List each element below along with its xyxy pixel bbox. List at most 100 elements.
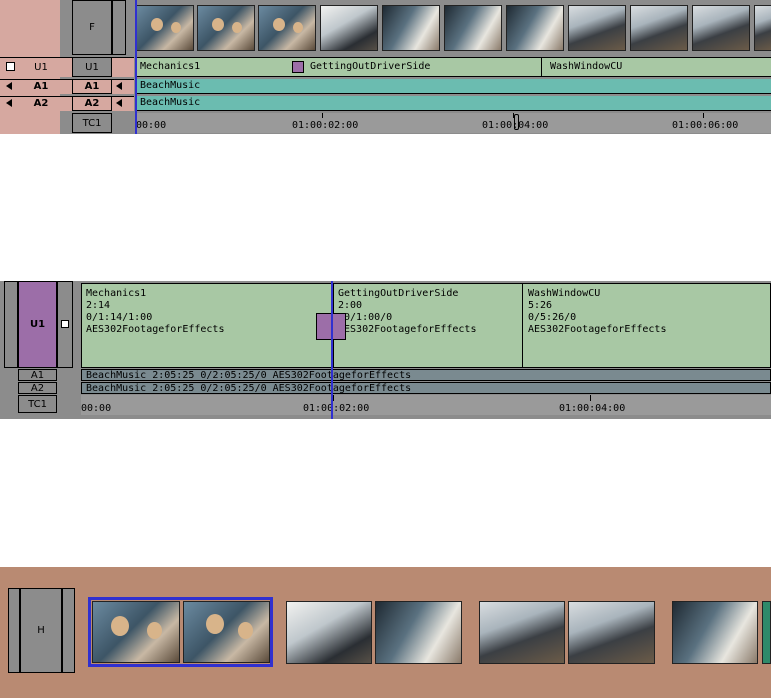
timeline-panel-top: F U1 U1 A1 A1 A2 A2 TC1 Mechanics1 Getti… — [0, 0, 771, 134]
frame-thumbnail[interactable] — [692, 5, 750, 51]
clip-beachmusic-a1[interactable]: BeachMusic — [136, 80, 336, 92]
monitor-icon[interactable] — [6, 62, 15, 71]
filmstrip-track — [136, 0, 771, 55]
tc1-label: TC1 — [28, 398, 47, 410]
clip-divider — [522, 284, 523, 367]
audio-track-a2: BeachMusic — [136, 96, 771, 111]
source-track-a1-label: A1 — [33, 81, 49, 92]
video-track-u1: Mechanics1 2:14 0/1:14/1:00 AES302Footag… — [81, 283, 771, 368]
position-indicator[interactable] — [331, 281, 333, 419]
clip-washwindowcu[interactable]: WashWindowCU — [546, 61, 746, 73]
frame-thumbnail[interactable] — [672, 601, 758, 664]
frame-thumbnail[interactable] — [286, 601, 372, 664]
clip-duration: 2:00 — [338, 300, 363, 311]
tc1-label: TC1 — [82, 117, 102, 129]
timecode-label: 01:00:06:00 — [672, 120, 739, 131]
track-a1-label: A1 — [30, 369, 45, 381]
frame-thumbnail[interactable] — [382, 5, 440, 51]
frame-thumbnail[interactable] — [258, 5, 316, 51]
timecode-label: 01:00:02:00 — [292, 120, 359, 131]
clip-name: Mechanics1 — [86, 288, 147, 299]
position-marker[interactable] — [514, 114, 519, 130]
track-u1-label: U1 — [29, 319, 46, 330]
frame-thumbnail[interactable] — [762, 601, 771, 664]
track-row-a1 — [0, 79, 134, 94]
clip-gettingoutdriverside[interactable]: GettingOutDriverSide — [306, 61, 546, 73]
record-track-u1-label: U1 — [85, 61, 99, 73]
frame-thumbnail[interactable] — [630, 5, 688, 51]
video-track-u1: Mechanics1 GettingOutDriverSide WashWind… — [136, 57, 771, 77]
track-f-header[interactable]: F — [72, 0, 112, 55]
frame-thumbnail[interactable] — [506, 5, 564, 51]
timeline-panel-expanded: U1 A1 A2 TC1 Mechanics1 2:14 0/1:14/1:00… — [0, 281, 771, 419]
source-track-a2[interactable]: A2 — [22, 96, 60, 111]
track-row-a2 — [0, 96, 134, 111]
frame-thumbnail[interactable] — [197, 5, 255, 51]
clip-duration: 5:26 — [528, 300, 553, 311]
clip-beachmusic-a2[interactable]: BeachMusic — [136, 97, 336, 109]
track-side — [8, 588, 20, 673]
track-row-u1 — [0, 57, 134, 77]
clip-timecode: 0/1:14/1:00 — [86, 312, 153, 323]
source-track-u1[interactable]: U1 — [22, 58, 60, 76]
speaker-icon[interactable] — [116, 82, 122, 90]
clip-bin: AES302FootageforEffects — [86, 324, 225, 335]
speaker-icon[interactable] — [116, 99, 122, 107]
audio-track-a2: BeachMusic 2:05:25 0/2:05:25/0 AES302Foo… — [81, 382, 771, 394]
clip-timecode: 00/1:00/0 — [338, 312, 393, 323]
track-side — [62, 588, 75, 673]
frame-thumbnail[interactable] — [136, 5, 194, 51]
frame-thumbnail[interactable] — [568, 5, 626, 51]
clip-beachmusic-a1[interactable]: BeachMusic 2:05:25 0/2:05:25/0 AES302Foo… — [82, 370, 762, 381]
clip-gettingoutdriverside[interactable]: GettingOutDriverSide 2:00 00/1:00/0 AES3… — [338, 288, 518, 336]
record-track-u1[interactable]: U1 — [72, 57, 112, 77]
clip-name: GettingOutDriverSide — [338, 288, 459, 299]
timecode-track[interactable]: 00:00 01:00:02:00 01:00:04:00 01:00:06:0… — [136, 113, 771, 133]
clip-duration: 2:14 — [86, 300, 111, 311]
clip-mechanics1[interactable]: Mechanics1 2:14 0/1:14/1:00 AES302Footag… — [86, 288, 326, 336]
audio-track-a1: BeachMusic 2:05:25 0/2:05:25/0 AES302Foo… — [81, 369, 771, 381]
timecode-label: 00:00 — [136, 120, 167, 131]
clip-bin: AES302FootageforEffects — [338, 324, 477, 335]
source-track-a2-label: A2 — [33, 98, 49, 109]
clip-name: WashWindowCU — [528, 288, 601, 299]
speaker-icon[interactable] — [6, 82, 12, 90]
frame-thumbnail[interactable] — [754, 5, 771, 51]
timecode-track[interactable]: 00:00 01:00:02:00 01:00:04:00 — [81, 395, 771, 415]
frame-thumbnail[interactable] — [479, 601, 565, 664]
source-track-a1[interactable]: A1 — [22, 79, 60, 94]
track-u1-header[interactable]: U1 — [18, 281, 57, 368]
clip-timecode: 0/5:26/0 — [528, 312, 577, 323]
position-indicator[interactable] — [135, 0, 137, 134]
clip-beachmusic-a2[interactable]: BeachMusic 2:05:25 0/2:05:25/0 AES302Foo… — [82, 383, 762, 394]
frame-thumbnail[interactable] — [444, 5, 502, 51]
clip-mechanics1[interactable]: Mechanics1 — [136, 61, 286, 73]
source-track-u1-label: U1 — [34, 61, 48, 73]
track-side — [4, 281, 18, 368]
audio-track-a1: BeachMusic — [136, 79, 771, 94]
timecode-label: 01:00:02:00 — [303, 403, 370, 414]
speaker-icon[interactable] — [6, 99, 12, 107]
track-a1-header[interactable]: A1 — [18, 369, 57, 381]
selected-clip-frames[interactable] — [88, 597, 273, 667]
tc1-header[interactable]: TC1 — [18, 395, 57, 413]
clip-bin: AES302FootageforEffects — [528, 324, 667, 335]
timecode-label: 01:00:04:00 — [559, 403, 626, 414]
frame-thumbnail[interactable] — [375, 601, 462, 664]
frame-thumbnail[interactable] — [92, 601, 180, 663]
tc1-header[interactable]: TC1 — [72, 113, 112, 133]
effect-icon[interactable] — [292, 61, 304, 73]
track-h-header[interactable]: H — [20, 588, 62, 673]
track-a2-label: A2 — [30, 382, 45, 394]
frame-thumbnail[interactable] — [183, 601, 270, 663]
record-track-a1[interactable]: A1 — [72, 79, 112, 94]
clip-washwindowcu[interactable]: WashWindowCU 5:26 0/5:26/0 AES302Footage… — [528, 288, 758, 336]
record-track-a2-label: A2 — [84, 98, 100, 109]
track-f-label: F — [89, 22, 95, 33]
record-track-a2[interactable]: A2 — [72, 96, 112, 111]
frame-thumbnail[interactable] — [320, 5, 378, 51]
monitor-icon[interactable] — [61, 320, 69, 328]
frame-thumbnail[interactable] — [568, 601, 655, 664]
track-a2-header[interactable]: A2 — [18, 382, 57, 394]
track-f-side — [112, 0, 126, 55]
